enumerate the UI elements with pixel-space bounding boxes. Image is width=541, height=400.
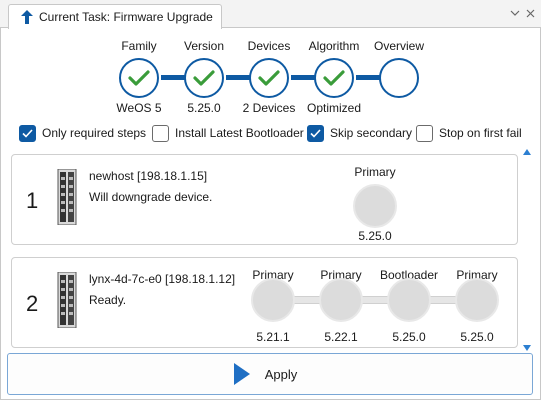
device-index: 2: [26, 291, 39, 316]
apply-label: Apply: [264, 366, 298, 382]
chevron-down-icon[interactable]: [508, 6, 522, 20]
firmware-step-value: 5.25.0: [358, 229, 392, 243]
firmware-step-connector: [428, 296, 458, 304]
step-label: Overview: [373, 39, 424, 53]
firmware-step-connector: [360, 296, 390, 304]
checkmark-icon: [323, 70, 345, 86]
firmware-step-circle: [387, 278, 431, 322]
tab-title: Current Task: Firmware Upgrade: [39, 10, 213, 24]
scroll-up-icon[interactable]: [522, 148, 532, 156]
device-index: 1: [26, 188, 39, 213]
apply-button[interactable]: Apply: [7, 353, 533, 395]
checkmark-icon: [310, 128, 321, 138]
option-label: Only required steps: [42, 126, 147, 140]
firmware-step-circle: [455, 278, 499, 322]
firmware-step-circle: [319, 278, 363, 322]
device-name: lynx-4d-7c-e0 [198.18.1.12]: [89, 272, 236, 286]
firmware-step-label: Primary: [354, 165, 396, 179]
step-circle: [119, 58, 159, 98]
step-circle: [314, 58, 354, 98]
option-label: Skip secondary: [330, 126, 413, 140]
checkbox[interactable]: [307, 124, 324, 142]
scroll-down-icon[interactable]: [522, 344, 532, 352]
device-status: Ready.: [89, 293, 127, 307]
stop-on-first-fail-option[interactable]: Stop on first fail: [416, 122, 522, 144]
play-icon: [233, 363, 250, 385]
device-card[interactable]: 2 lynx-4d-7c-e0 [198.18.1.12] Ready. Pri…: [11, 257, 518, 348]
firmware-step-circle: [353, 184, 397, 228]
firmware-step-value: 5.25.0: [460, 330, 494, 344]
option-label: Stop on first fail: [439, 126, 522, 140]
install-latest-bootloader-option[interactable]: Install Latest Bootloader: [152, 122, 304, 144]
upload-arrow-icon: [21, 10, 33, 24]
close-icon[interactable]: [523, 6, 537, 20]
only-required-steps-option[interactable]: Only required steps: [19, 122, 146, 144]
step-circle: [249, 58, 289, 98]
tab-current-task[interactable]: Current Task: Firmware Upgrade: [8, 4, 222, 29]
device-status: Will downgrade device.: [89, 190, 213, 204]
device-card[interactable]: 1 newhost [198.18.1.15] Will downgrade d…: [11, 154, 518, 245]
wizard-stepper: Family WeOS 5 Version 5.25.0 Devices 2 D…: [1, 28, 541, 120]
checkmark-icon: [22, 128, 33, 138]
step-circle: [379, 58, 419, 98]
step-value: Optimized: [306, 101, 362, 115]
task-panel: Family WeOS 5 Version 5.25.0 Devices 2 D…: [0, 28, 541, 400]
checkmark-icon: [193, 70, 215, 86]
switch-device-icon: [57, 169, 77, 225]
switch-device-icon: [57, 272, 77, 328]
firmware-step-connector: [292, 296, 322, 304]
device-name: newhost [198.18.1.15]: [89, 169, 208, 183]
skip-secondary-option[interactable]: Skip secondary: [307, 122, 412, 144]
checkbox[interactable]: [19, 124, 36, 142]
checkmark-icon: [128, 70, 150, 86]
checkmark-icon: [258, 70, 280, 86]
checkbox[interactable]: [152, 124, 169, 142]
tab-bar: Current Task: Firmware Upgrade: [0, 0, 541, 29]
option-label: Install Latest Bootloader: [175, 126, 304, 140]
step-circle: [184, 58, 224, 98]
device-list[interactable]: 1 newhost [198.18.1.15] Will downgrade d…: [1, 148, 541, 352]
options-row: Only required steps Install Latest Bootl…: [1, 122, 541, 144]
firmware-step-circle: [251, 278, 295, 322]
checkbox[interactable]: [416, 124, 433, 142]
